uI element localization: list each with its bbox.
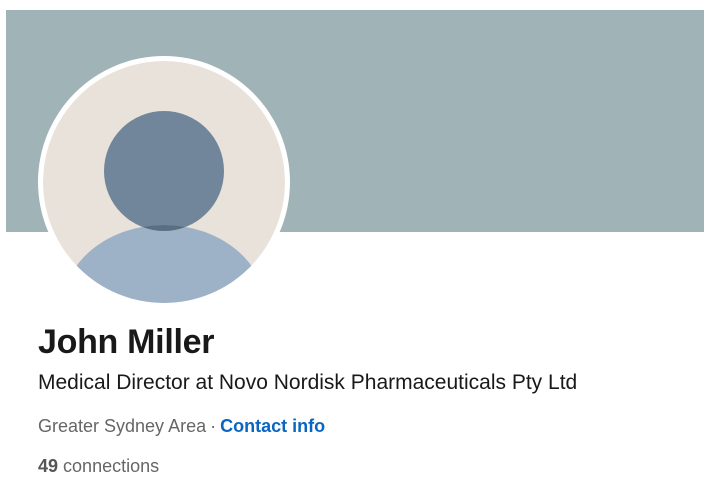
location-line: Greater Sydney Area · Contact info	[38, 416, 325, 437]
connections-count: 49	[38, 456, 59, 476]
avatar-head	[104, 111, 224, 231]
profile-headline: Medical Director at Novo Nordisk Pharmac…	[38, 371, 578, 394]
profile-card: John Miller Medical Director at Novo Nor…	[0, 0, 704, 479]
separator-dot: ·	[210, 416, 217, 436]
connections-link[interactable]: 49 connections	[38, 456, 159, 477]
profile-location: Greater Sydney Area	[38, 416, 207, 436]
profile-photo[interactable]	[38, 56, 290, 308]
default-avatar-icon	[43, 61, 285, 303]
profile-name: John Miller	[38, 323, 215, 361]
connections-label: connections	[63, 456, 160, 476]
contact-info-link[interactable]: Contact info	[220, 416, 325, 436]
